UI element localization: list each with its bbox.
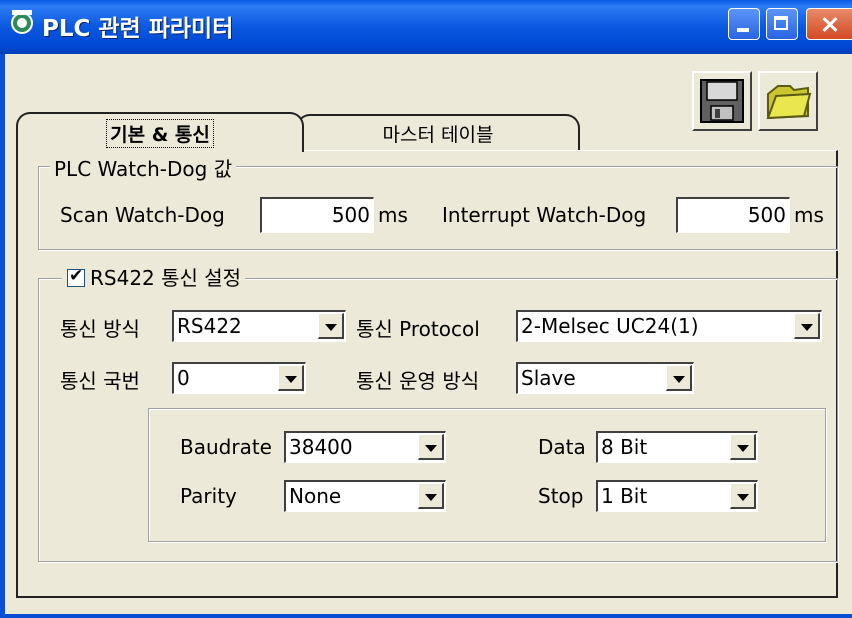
folder-icon [766, 85, 812, 120]
comm-protocol-value: 2-Melsec UC24(1) [521, 314, 699, 338]
comm-protocol-label: 통신 Protocol [356, 317, 480, 341]
stop-bits-label: Stop [538, 484, 584, 508]
scan-watchdog-unit: ms [378, 203, 408, 227]
chevron-down-icon[interactable] [318, 313, 344, 339]
close-button[interactable] [806, 8, 852, 40]
stop-bits-value: 1 Bit [601, 484, 648, 508]
chevron-down-icon[interactable] [666, 365, 692, 391]
tab-master-table[interactable]: 마스터 테이블 [296, 114, 580, 150]
chevron-down-icon[interactable] [418, 483, 444, 509]
chevron-down-icon[interactable] [730, 434, 756, 460]
comm-protocol-select[interactable]: 2-Melsec UC24(1) [516, 310, 822, 342]
save-button[interactable] [692, 71, 752, 131]
interrupt-watchdog-unit: ms [794, 203, 824, 227]
floppy-disk-icon [700, 79, 744, 123]
interrupt-watchdog-input[interactable]: 500 [676, 197, 790, 233]
stop-bits-select[interactable]: 1 Bit [596, 480, 758, 512]
comm-station-select[interactable]: 0 [172, 362, 306, 394]
tab-basic-comm[interactable]: 기본 & 통신 [16, 112, 304, 152]
data-bits-label: Data [538, 435, 586, 459]
data-bits-value: 8 Bit [601, 435, 648, 459]
title-bar[interactable]: PLC 관련 파라미터 [0, 0, 852, 54]
scan-watchdog-label: Scan Watch-Dog [60, 203, 225, 227]
baudrate-select[interactable]: 38400 [284, 431, 446, 463]
comm-station-label: 통신 국번 [60, 369, 140, 393]
tab-master-table-label: 마스터 테이블 [382, 123, 494, 146]
chevron-down-icon[interactable] [418, 434, 444, 460]
comm-method-select[interactable]: RS422 [172, 310, 346, 342]
tab-basic-comm-label: 기본 & 통신 [106, 118, 214, 148]
app-icon[interactable] [8, 8, 36, 36]
rs422-legend: RS422 통신 설정 [62, 262, 246, 291]
comm-method-value: RS422 [177, 314, 242, 338]
minimize-button[interactable] [728, 8, 760, 40]
interrupt-watchdog-label: Interrupt Watch-Dog [442, 203, 647, 227]
comm-operation-label: 통신 운영 방식 [356, 369, 480, 393]
watchdog-legend: PLC Watch-Dog 값 [50, 153, 237, 182]
comm-method-label: 통신 방식 [60, 317, 140, 341]
parity-label: Parity [180, 484, 237, 508]
comm-station-value: 0 [177, 366, 190, 390]
rs422-enable-checkbox[interactable] [67, 266, 85, 287]
comm-operation-value: Slave [521, 366, 576, 390]
parity-value: None [289, 484, 342, 508]
baudrate-label: Baudrate [180, 435, 272, 459]
chevron-down-icon[interactable] [794, 313, 820, 339]
open-button[interactable] [758, 71, 818, 131]
chevron-down-icon[interactable] [278, 365, 304, 391]
baudrate-value: 38400 [289, 435, 353, 459]
window-title: PLC 관련 파라미터 [42, 16, 234, 42]
parity-select[interactable]: None [284, 480, 446, 512]
data-bits-select[interactable]: 8 Bit [596, 431, 758, 463]
serial-settings-group [148, 408, 826, 542]
chevron-down-icon[interactable] [730, 483, 756, 509]
maximize-button[interactable] [766, 8, 798, 40]
comm-operation-select[interactable]: Slave [516, 362, 694, 394]
scan-watchdog-input[interactable]: 500 [260, 197, 374, 233]
